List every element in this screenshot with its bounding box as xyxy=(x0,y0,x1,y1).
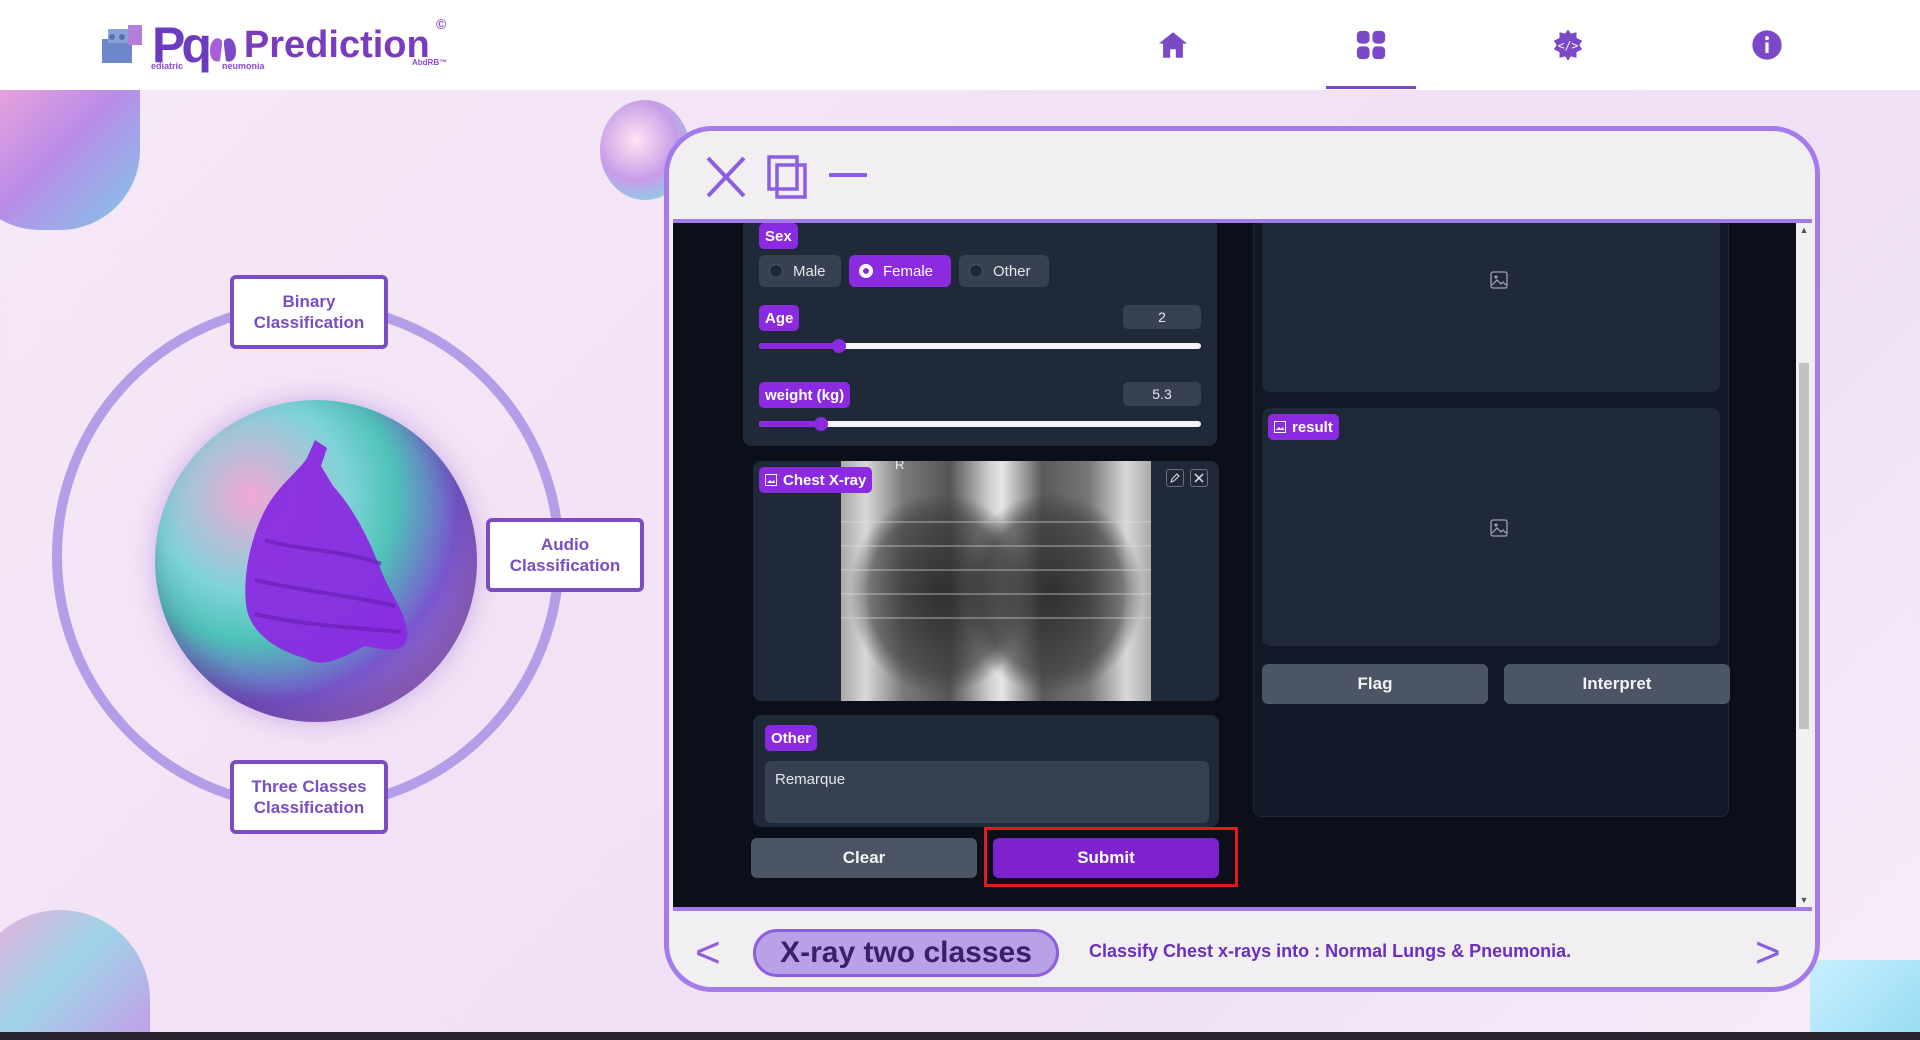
close-icon xyxy=(1194,473,1204,483)
age-slider-fill xyxy=(759,343,839,349)
result-label: result xyxy=(1268,414,1339,440)
nav-about[interactable] xyxy=(1746,24,1788,66)
sex-option-female[interactable]: Female xyxy=(849,255,951,287)
lungs-logo-icon xyxy=(209,29,236,62)
radio-dot xyxy=(769,264,783,278)
logo-wordmark: Prediction xyxy=(243,23,430,66)
lung-model-icon xyxy=(245,440,408,663)
radio-dot xyxy=(969,264,983,278)
other-panel: Other Remarque xyxy=(753,715,1219,827)
image-placeholder-icon xyxy=(1490,271,1508,289)
logo-registered-mark: © xyxy=(436,16,447,32)
radio-dot xyxy=(859,264,873,278)
sex-option-other[interactable]: Other xyxy=(959,255,1049,287)
xray-rib xyxy=(841,569,1151,571)
nav-developer[interactable]: </> xyxy=(1547,24,1589,66)
model-description: Classify Chest x-rays into : Normal Lung… xyxy=(1089,941,1572,961)
minimize-icon[interactable] xyxy=(829,171,869,179)
xray-side-marker: R xyxy=(895,461,905,472)
svg-text:</>: </> xyxy=(1558,38,1579,52)
model-window: Sex Male Female Other Age 2 weight (kg) … xyxy=(664,126,1820,992)
outputs-column: result Flag Interpret xyxy=(1253,223,1730,817)
result-panel: result xyxy=(1262,408,1720,646)
age-number-input[interactable]: 2 xyxy=(1123,305,1201,329)
binary-classification-button[interactable]: Binary Classification xyxy=(230,275,388,349)
logo-subtext-right: neumonia xyxy=(222,61,265,71)
next-model-arrow[interactable]: > xyxy=(1755,931,1781,975)
weight-slider-thumb[interactable] xyxy=(813,417,828,431)
sex-option-male[interactable]: Male xyxy=(759,255,841,287)
result-label-text: result xyxy=(1292,418,1333,436)
window-footer: < X-ray two classes Classify Chest x-ray… xyxy=(669,915,1815,987)
decorative-shape xyxy=(0,90,140,230)
remove-image-button[interactable] xyxy=(1190,469,1208,487)
weight-slider-fill xyxy=(759,421,821,427)
gradio-app: Sex Male Female Other Age 2 weight (kg) … xyxy=(673,219,1812,911)
weight-number-input[interactable]: 5.3 xyxy=(1123,382,1201,406)
app-logo[interactable]: Pq Prediction ediatric neumonia AbdRB™ © xyxy=(98,16,447,73)
info-icon xyxy=(1752,30,1782,60)
close-icon[interactable] xyxy=(705,155,747,199)
weight-slider[interactable] xyxy=(759,417,1201,431)
decorative-shape xyxy=(0,910,150,1040)
clear-button[interactable]: Clear xyxy=(751,838,977,878)
home-icon xyxy=(1158,32,1188,58)
flag-button[interactable]: Flag xyxy=(1262,664,1488,704)
sex-label: Sex xyxy=(759,223,798,249)
audio-classification-button[interactable]: Audio Classification xyxy=(486,518,644,592)
taskbar-edge xyxy=(0,1032,1920,1040)
grid-icon xyxy=(1356,30,1386,60)
radio-label: Female xyxy=(883,262,934,280)
weight-label: weight (kg) xyxy=(759,382,851,408)
output-image-panel xyxy=(1262,223,1720,392)
age-slider[interactable] xyxy=(759,339,1201,353)
age-slider-thumb[interactable] xyxy=(831,339,846,353)
remarks-textarea[interactable]: Remarque xyxy=(765,761,1209,823)
image-placeholder-icon xyxy=(1490,519,1508,537)
lego-blocks-icon xyxy=(102,25,142,63)
decorative-shape xyxy=(1810,960,1920,1040)
image-icon xyxy=(765,474,777,486)
interpret-button[interactable]: Interpret xyxy=(1504,664,1730,704)
code-gear-icon: </> xyxy=(1553,29,1583,61)
radio-label: Male xyxy=(793,262,826,280)
submit-highlight-box xyxy=(984,827,1238,887)
scroll-down-arrow[interactable]: ▼ xyxy=(1799,895,1809,905)
edit-image-button[interactable] xyxy=(1166,469,1184,487)
xray-image-input[interactable]: R Chest X-ray xyxy=(753,461,1219,701)
scrollbar-thumb[interactable] xyxy=(1799,363,1809,729)
nav-home[interactable] xyxy=(1152,24,1194,66)
image-icon xyxy=(1274,421,1286,433)
logo-tagline: AbdRB™ xyxy=(412,58,448,67)
logo-subtext-left: ediatric xyxy=(151,61,184,71)
chest-xray-image: R xyxy=(841,461,1151,701)
previous-model-arrow[interactable]: < xyxy=(695,931,721,975)
demographics-panel: Sex Male Female Other Age 2 weight (kg) … xyxy=(743,223,1217,446)
lung-sphere xyxy=(155,400,477,722)
chest-xray-label-text: Chest X-ray xyxy=(783,471,867,489)
scroll-up-arrow[interactable]: ▲ xyxy=(1799,225,1809,235)
nav-active-indicator xyxy=(1326,86,1416,89)
top-navbar: Pq Prediction ediatric neumonia AbdRB™ ©… xyxy=(0,0,1920,90)
three-classes-classification-button[interactable]: Three Classes Classification xyxy=(230,760,388,834)
nav-models[interactable] xyxy=(1350,24,1392,66)
maximize-icon[interactable] xyxy=(767,155,807,199)
xray-rib xyxy=(841,593,1151,595)
window-titlebar xyxy=(669,131,1815,219)
model-name-pill: X-ray two classes xyxy=(753,929,1059,977)
xray-rib xyxy=(841,617,1151,619)
other-label: Other xyxy=(765,725,818,751)
chest-xray-label: Chest X-ray xyxy=(759,467,873,493)
pencil-icon xyxy=(1170,473,1180,483)
vertical-scrollbar[interactable]: ▲ ▼ xyxy=(1796,223,1812,907)
xray-rib xyxy=(841,545,1151,547)
radio-label: Other xyxy=(993,262,1031,280)
age-label: Age xyxy=(759,305,800,331)
xray-rib xyxy=(841,521,1151,523)
